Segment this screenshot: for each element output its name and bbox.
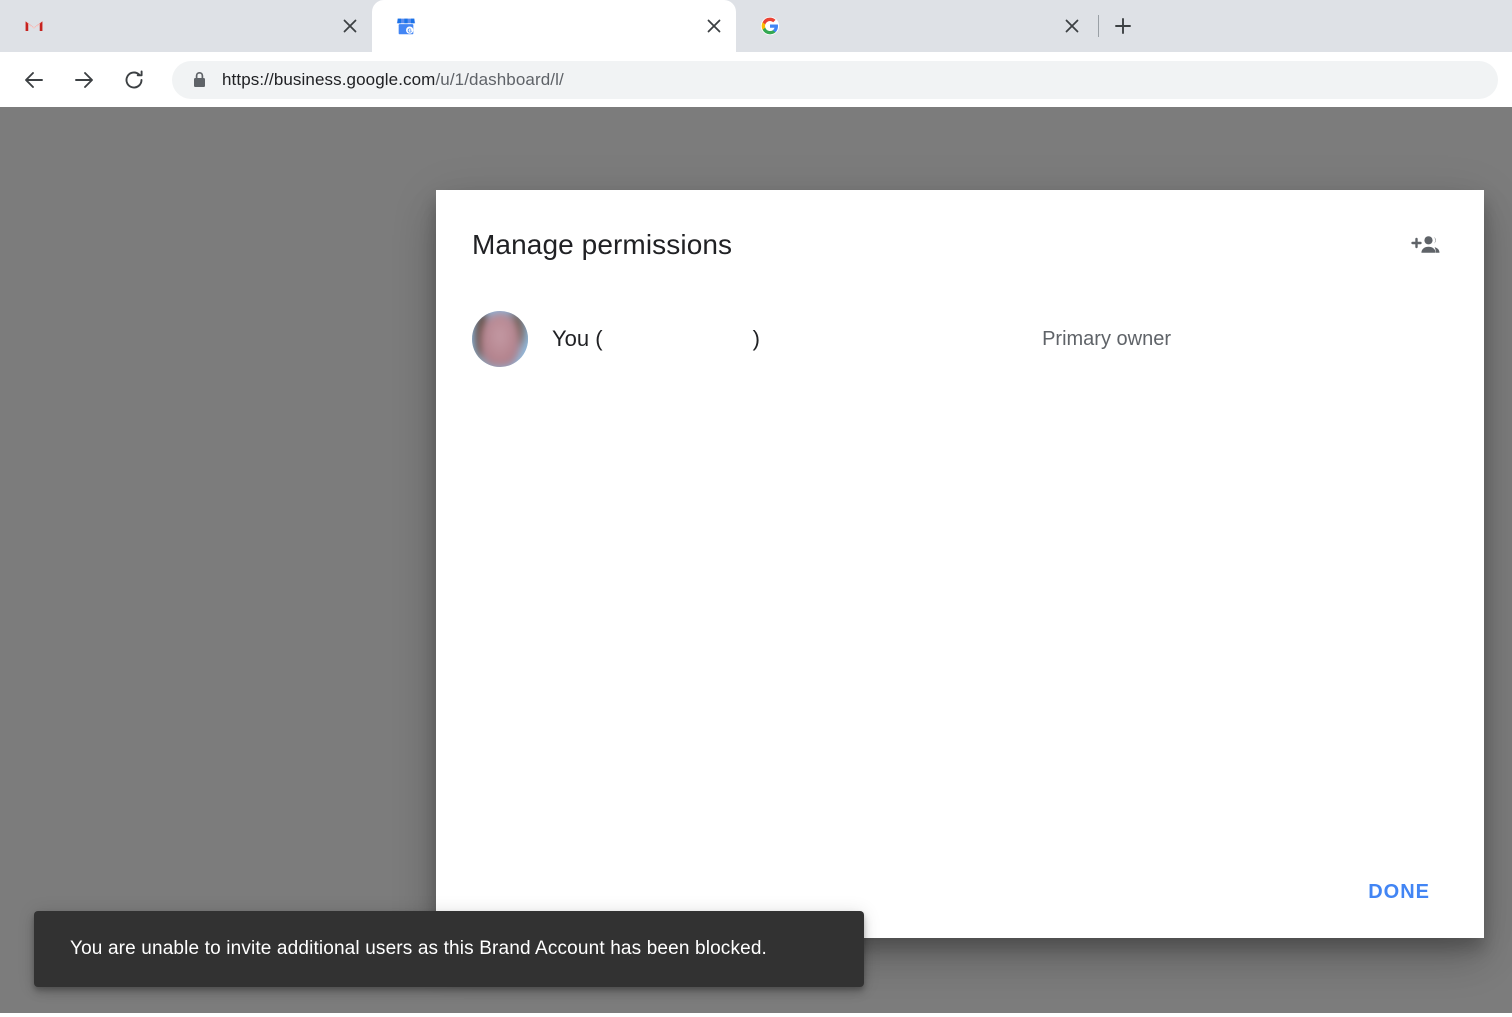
address-bar[interactable]: https://business.google.com/u/1/dashboar… (172, 60, 1498, 99)
tab-strip: G (0, 0, 1512, 52)
browser-tab-google[interactable] (736, 0, 1094, 52)
member-role: Primary owner (1042, 327, 1171, 350)
google-my-business-icon: G (394, 14, 418, 38)
list-item[interactable]: You () Primary owner (472, 300, 1448, 378)
page-bottom-edge (0, 1013, 1512, 1017)
person-add-icon[interactable] (1404, 223, 1448, 267)
close-icon[interactable] (700, 12, 728, 40)
member-list: You () Primary owner (436, 300, 1484, 846)
google-g-icon (758, 14, 782, 38)
forward-button[interactable] (64, 60, 104, 100)
member-name-prefix: You ( (552, 326, 603, 351)
url-text: https://business.google.com/u/1/dashboar… (222, 70, 564, 90)
svg-text:G: G (408, 28, 412, 34)
back-button[interactable] (14, 60, 54, 100)
browser-toolbar: https://business.google.com/u/1/dashboar… (0, 52, 1512, 107)
reload-button[interactable] (114, 60, 154, 100)
url-origin: https://business.google.com (222, 69, 436, 89)
browser-tab-google-my-business[interactable]: G (372, 0, 736, 52)
snackbar-message: You are unable to invite additional user… (70, 938, 767, 959)
gmail-icon (22, 14, 46, 38)
tab-separator (1098, 15, 1099, 37)
done-button[interactable]: DONE (1356, 871, 1442, 914)
close-icon[interactable] (1058, 12, 1086, 40)
url-path: /u/1/dashboard/l/ (435, 69, 564, 89)
close-icon[interactable] (336, 12, 364, 40)
snackbar: You are unable to invite additional user… (34, 911, 864, 987)
manage-permissions-dialog: Manage permissions You () Primary owner (436, 190, 1484, 938)
new-tab-button[interactable] (1103, 6, 1143, 46)
member-name-suffix: ) (752, 326, 760, 351)
lock-icon (190, 71, 208, 89)
member-name: You () (552, 326, 760, 352)
dialog-header: Manage permissions (436, 190, 1484, 300)
browser-tab-gmail[interactable] (0, 0, 372, 52)
browser-chrome: G https://business.google.com/u/1/dashbo… (0, 0, 1512, 107)
avatar (472, 311, 528, 367)
page-title: Manage permissions (472, 229, 733, 260)
